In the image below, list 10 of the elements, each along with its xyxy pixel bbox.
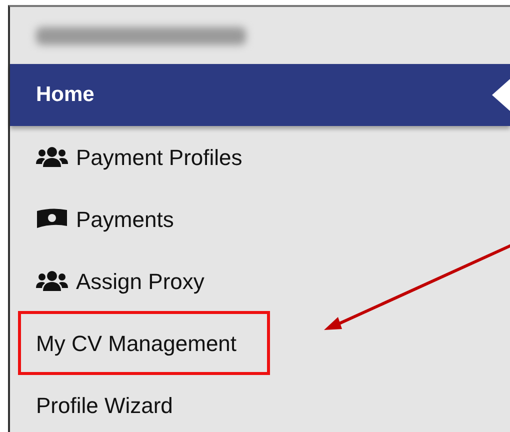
menu-item[interactable]: Profile Wizard (36, 388, 173, 422)
menu-item[interactable]: Payment Profiles (76, 140, 242, 174)
active-indicator (492, 79, 510, 111)
menu-item[interactable]: Payments (76, 202, 174, 236)
users-icon (36, 146, 68, 168)
users-icon (36, 270, 68, 292)
menu-item[interactable]: Home (36, 79, 94, 111)
menu-item[interactable]: Assign Proxy (76, 264, 204, 298)
money-icon (36, 208, 68, 230)
menu-item[interactable]: My CV Management (36, 326, 237, 360)
